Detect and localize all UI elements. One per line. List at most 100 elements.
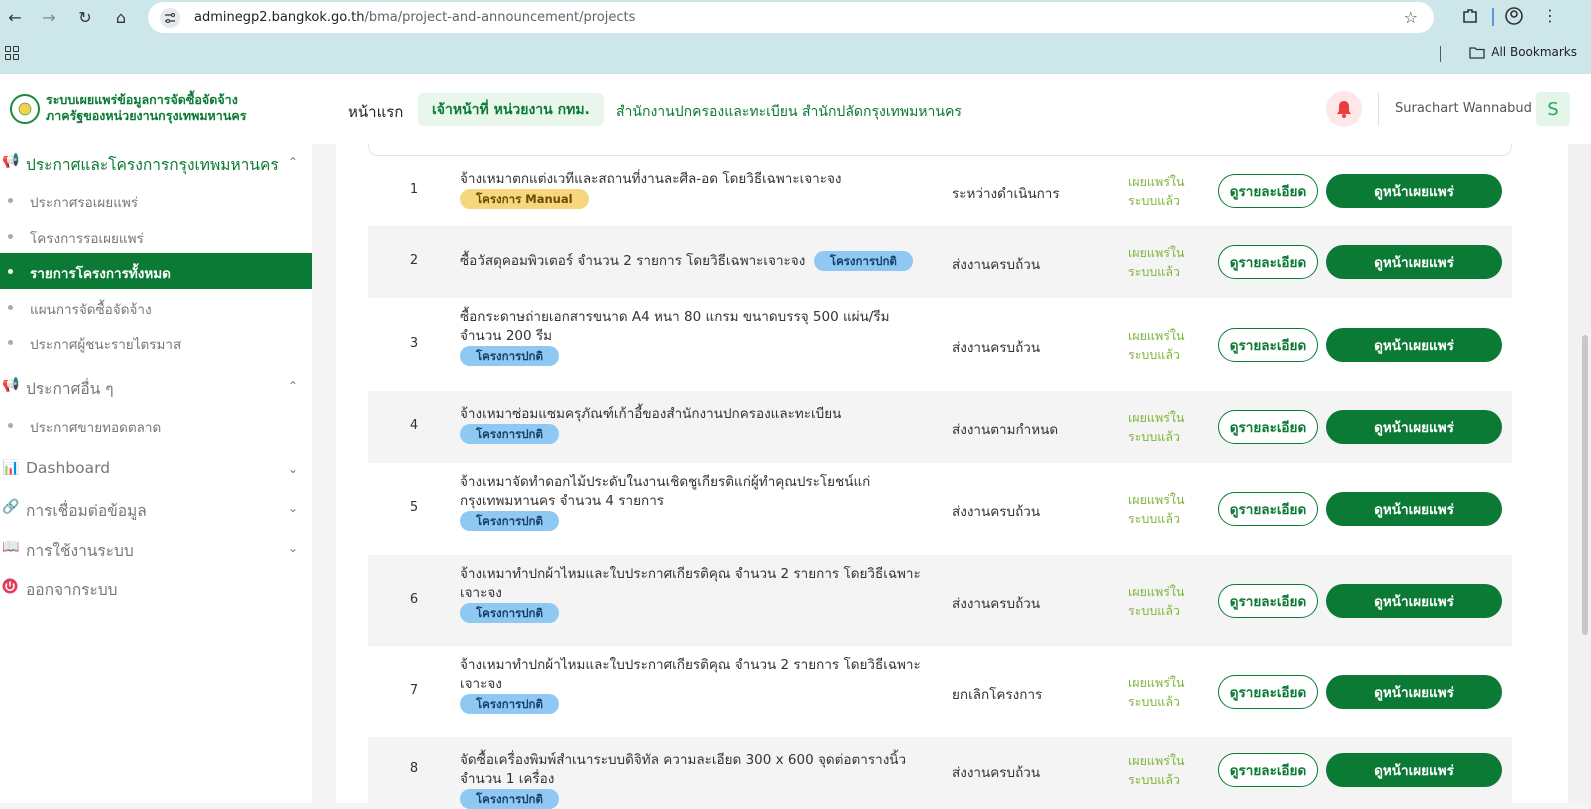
back-icon[interactable]: ← [4,6,26,28]
sidebar-section-dashboard[interactable]: 📊 Dashboard ⌄ [0,454,312,484]
publish-status-line-1: เผยแพร่ใน [1128,674,1185,690]
view-published-page-button[interactable]: ดูหน้าเผยแพร่ [1326,174,1502,208]
menu-kebab-icon[interactable]: ⋮ [1540,7,1560,27]
publish-status: เผยแพร่ใน ระบบแล้ว [1128,582,1185,620]
bma-logo[interactable] [10,94,40,124]
publish-status: เผยแพร่ใน ระบบแล้ว [1128,673,1185,711]
all-bookmarks-label: All Bookmarks [1491,45,1577,59]
project-status: ส่งงานครบถ้วน [952,765,1041,781]
view-published-page-button[interactable]: ดูหน้าเผยแพร่ [1326,583,1502,618]
table-row: 6 จ้างเหมาทำปกผ้าไหมและใบประกาศเกียรติคุณ… [368,555,1512,646]
nav-staff-pill[interactable]: เจ้าหน้าที่ หน่วยงาน กทม. [418,93,604,126]
site-settings-icon[interactable] [160,7,180,28]
table-row: 5 จ้างเหมาจัดทำดอกไม้ประดับในงานเชิดชูเกี… [368,463,1512,555]
publish-status-line-2: ระบบแล้ว [1128,511,1181,526]
sidebar-item-pending-projects[interactable]: โครงการรอเผยแพร่ [0,218,312,254]
sidebar-section-label: การใช้งานระบบ [26,542,134,560]
sidebar-item-pending-announcements[interactable]: ประกาศรอเผยแพร่ [0,182,312,218]
bullet-icon [8,269,13,274]
megaphone-icon: 📢 [2,153,20,169]
sidebar-section-other[interactable]: 📢 ประกาศอื่น ๆ ⌃ [0,371,312,401]
nav-org-link[interactable]: สำนักงานปกครองและทะเบียน สำนักปลัดกรุงเท… [616,101,962,123]
view-detail-button[interactable]: ดูรายละเอียด [1218,327,1318,362]
view-published-page-button[interactable]: ดูหน้าเผยแพร่ [1326,245,1502,279]
view-detail-button[interactable]: ดูรายละเอียด [1218,583,1318,618]
publish-status: เผยแพร่ในระบบแล้ว [1128,408,1185,446]
view-detail-button[interactable]: ดูรายละเอียด [1218,245,1318,279]
project-status: ส่งงานครบถ้วน [952,257,1041,273]
project-type-badge: โครงการปกติ [460,603,559,623]
chevron-up-icon: ⌃ [288,379,299,393]
view-detail-button[interactable]: ดูรายละเอียด [1218,492,1318,526]
publish-status-line-2: ระบบแล้ว [1128,602,1181,618]
bullet-icon [8,340,13,345]
sidebar-item-quarterly-winners[interactable]: ประกาศผู้ชนะรายไตรมาส [0,324,312,360]
address-bar[interactable]: adminegp2.bangkok.go.th/bma/project-and-… [148,2,1434,33]
apps-grid-icon[interactable] [5,46,19,60]
link-icon: 🔗 [2,499,20,515]
view-published-page-button[interactable]: ดูหน้าเผยแพร่ [1326,410,1502,444]
project-type-badge: โครงการปกติ [460,346,559,366]
table-row: 8 จัดซื้อเครื่องพิมพ์สำเนาระบบดิจิทัล ควา… [368,737,1512,809]
project-title: จ้างเหมาจัดทำดอกไม้ประดับในงานเชิดชูเกีย… [460,473,930,531]
sidebar-item-procurement-plan[interactable]: แผนการจัดซื้อจัดจ้าง [0,289,312,325]
bookmark-star-icon[interactable]: ☆ [1404,8,1418,27]
reload-icon[interactable]: ↻ [74,6,96,28]
forward-icon[interactable]: → [38,6,60,28]
project-type-badge: โครงการปกติ [460,789,559,809]
notification-bell-icon[interactable] [1326,91,1362,127]
scrollbar-thumb[interactable] [1582,335,1588,635]
publish-status: เผยแพร่ใน ระบบแล้ว [1128,172,1185,210]
publish-status-line-1: เผยแพร่ใน [1128,410,1185,425]
sidebar-item-label: ประกาศขายทอดตลาด [30,420,162,436]
brand-title[interactable]: ระบบเผยแพร่ข้อมูลการจัดซื้อจัดจ้าง ภาครั… [46,92,246,124]
view-published-page-button[interactable]: ดูหน้าเผยแพร่ [1326,753,1502,787]
logout-icon [2,578,20,596]
bullet-icon [8,423,13,428]
project-type-badge: โครงการปกติ [460,511,559,531]
sidebar-item-auction[interactable]: ประกาศขายทอดตลาด [0,407,312,443]
browser-toolbar: ← → ↻ ⌂ adminegp2.bangkok.go.th/bma/proj… [0,0,1591,74]
sidebar-section-bma[interactable]: 📢 ประกาศและโครงการกรุงเทพมหานคร ⌃ [0,147,312,177]
bullet-icon [8,234,13,239]
publish-status-line-2: ระบบแล้ว [1128,346,1181,362]
sidebar-section-usage[interactable]: 📖 การใช้งานระบบ ⌄ [0,533,312,563]
all-bookmarks-button[interactable]: All Bookmarks [1469,45,1577,59]
view-detail-button[interactable]: ดูรายละเอียด [1218,410,1318,444]
view-published-page-button[interactable]: ดูหน้าเผยแพร่ [1326,327,1502,362]
home-icon[interactable]: ⌂ [110,6,132,28]
publish-status-line-2: ระบบแล้ว [1128,429,1181,444]
view-detail-button[interactable]: ดูรายละเอียด [1218,174,1318,208]
publish-status: เผยแพร่ใน ระบบแล้ว [1128,751,1185,789]
project-title: จ้างเหมาทำปกผ้าไหมและใบประกาศเกียรติคุณ … [460,565,930,623]
row-number: 1 [409,182,419,197]
project-title-text: จ้างเหมาทำปกผ้าไหมและใบประกาศเกียรติคุณ … [460,566,921,601]
chevron-down-icon: ⌄ [288,462,299,476]
table-row: 1 จ้างเหมาตกแต่งเวทีและสถานที่งานละศีล-อด… [368,156,1512,226]
manual-book-icon: 📖 [2,539,20,555]
view-published-page-button[interactable]: ดูหน้าเผยแพร่ [1326,674,1502,709]
sidebar-item-label: โครงการรอเผยแพร่ [30,231,144,247]
publish-status-line-1: เผยแพร่ใน [1128,492,1185,507]
publish-status: เผยแพร่ในระบบแล้ว [1128,490,1185,528]
row-number: 6 [409,591,419,607]
project-status: ส่งงานครบถ้วน [952,595,1041,612]
project-title: จ้างเหมาตกแต่งเวทีและสถานที่งานละศีล-อด … [460,170,930,209]
avatar[interactable]: S [1536,92,1570,126]
sidebar-section-data-link[interactable]: 🔗 การเชื่อมต่อข้อมูล ⌄ [0,493,312,523]
project-title: ซื้อวัสดุคอมพิวเตอร์ จำนวน 2 รายการ โดยว… [460,251,930,271]
extensions-icon[interactable] [1461,7,1481,27]
profile-icon[interactable] [1505,7,1525,27]
user-name[interactable]: Surachart Wannabud [1395,101,1532,116]
sidebar-section-label: Dashboard [26,459,111,477]
publish-status: เผยแพร่ใน ระบบแล้ว [1128,243,1185,281]
nav-home-link[interactable]: หน้าแรก [348,100,403,124]
view-detail-button[interactable]: ดูรายละเอียด [1218,674,1318,709]
sidebar-item-all-projects[interactable]: รายการโครงการทั้งหมด [0,253,312,289]
bullet-icon [8,198,13,203]
sidebar: 📢 ประกาศและโครงการกรุงเทพมหานคร ⌃ ประกาศ… [0,144,312,803]
sidebar-logout[interactable]: ออกจากระบบ [0,572,312,602]
view-published-page-button[interactable]: ดูหน้าเผยแพร่ [1326,492,1502,526]
view-detail-button[interactable]: ดูรายละเอียด [1218,753,1318,787]
header-divider [1378,92,1379,126]
